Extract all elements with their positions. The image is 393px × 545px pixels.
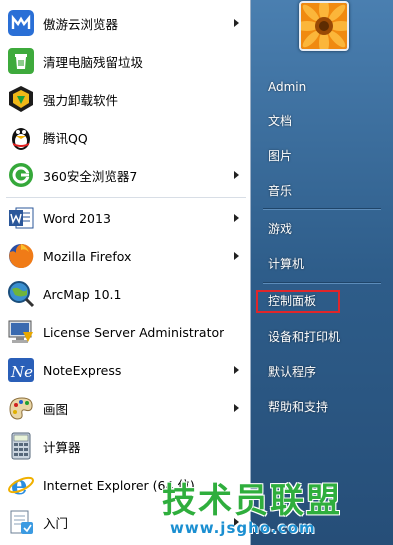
program-label: 腾讯QQ <box>43 130 88 146</box>
program-item-paint[interactable]: 画图 <box>0 389 251 427</box>
program-label: ArcMap 10.1 <box>43 286 122 302</box>
program-item-license-server[interactable]: License Server Administrator <box>0 313 251 351</box>
noteexpress-icon: Ne <box>6 355 36 385</box>
program-item-noteexpress[interactable]: Ne NoteExpress <box>0 351 251 389</box>
programs-pane: 傲游云浏览器 清理电脑残留垃圾 强力卸载软件 腾讯QQ 360安全浏览器7 Wo… <box>0 0 251 545</box>
svg-text:Ne: Ne <box>10 363 33 381</box>
chevron-right-icon[interactable] <box>234 366 239 374</box>
chevron-right-icon[interactable] <box>234 171 239 179</box>
uninstaller-icon <box>6 84 36 114</box>
watermark: 技术员联盟 www.jsgho.com <box>150 475 393 545</box>
360-browser-icon <box>6 160 36 190</box>
chevron-right-icon[interactable] <box>234 252 239 260</box>
program-label: License Server Administrator <box>43 324 225 340</box>
program-item-uninstaller[interactable]: 强力卸载软件 <box>0 80 251 118</box>
license-server-icon <box>6 317 36 347</box>
internet-explorer-icon: e <box>6 469 36 499</box>
program-label: 清理电脑残留垃圾 <box>43 54 144 70</box>
program-label: Mozilla Firefox <box>43 248 132 264</box>
firefox-icon <box>6 241 36 271</box>
maxthon-browser-icon <box>6 8 36 38</box>
program-label: 强力卸载软件 <box>43 92 119 108</box>
paint-icon <box>6 393 36 423</box>
program-label: 计算器 <box>43 439 81 455</box>
program-item-calculator[interactable]: 计算器 <box>0 427 251 465</box>
program-item-qq[interactable]: 腾讯QQ <box>0 118 251 156</box>
chevron-right-icon[interactable] <box>234 404 239 412</box>
places-pane: Admin 文档 图片 音乐 游戏 计算机 控制面板 设备和打印机 默认程序 帮… <box>251 0 393 545</box>
word-icon <box>6 203 36 233</box>
divider <box>6 197 246 198</box>
places-item-default-programs[interactable]: 默认程序 <box>251 356 393 388</box>
divider <box>263 208 381 210</box>
divider <box>263 282 381 284</box>
control-panel-highlight-box <box>256 290 340 313</box>
calculator-icon <box>6 431 36 461</box>
program-item-arcmap[interactable]: ArcMap 10.1 <box>0 275 251 313</box>
program-label: Word 2013 <box>43 210 111 226</box>
program-label: NoteExpress <box>43 362 122 378</box>
program-item-cleanup[interactable]: 清理电脑残留垃圾 <box>0 42 251 80</box>
chevron-right-icon[interactable] <box>234 19 239 27</box>
qq-penguin-icon <box>6 122 36 152</box>
places-item-user[interactable]: Admin <box>251 71 393 103</box>
program-item-maxthon[interactable]: 傲游云浏览器 <box>0 4 251 42</box>
program-label: 画图 <box>43 401 69 417</box>
watermark-title: 技术员联盟 <box>162 481 342 521</box>
places-item-pictures[interactable]: 图片 <box>251 140 393 172</box>
program-label: 傲游云浏览器 <box>43 16 119 32</box>
places-item-games[interactable]: 游戏 <box>251 213 393 245</box>
program-item-firefox[interactable]: Mozilla Firefox <box>0 237 251 275</box>
recycle-bin-icon <box>6 46 36 76</box>
places-item-devices-printers[interactable]: 设备和打印机 <box>251 321 393 353</box>
program-item-360-browser[interactable]: 360安全浏览器7 <box>0 156 251 194</box>
program-label: 360安全浏览器7 <box>43 168 138 184</box>
flower-avatar-icon[interactable] <box>299 1 349 51</box>
watermark-url: www.jsgho.com <box>170 519 316 537</box>
chevron-right-icon[interactable] <box>234 214 239 222</box>
places-item-computer[interactable]: 计算机 <box>251 248 393 280</box>
places-item-documents[interactable]: 文档 <box>251 105 393 137</box>
arcmap-icon <box>6 279 36 309</box>
places-item-help-support[interactable]: 帮助和支持 <box>251 391 393 423</box>
places-item-music[interactable]: 音乐 <box>251 175 393 207</box>
program-label: 入门 <box>43 515 69 531</box>
getting-started-icon <box>6 507 36 537</box>
start-menu: 傲游云浏览器 清理电脑残留垃圾 强力卸载软件 腾讯QQ 360安全浏览器7 Wo… <box>0 0 393 545</box>
program-item-word[interactable]: Word 2013 <box>0 199 251 237</box>
